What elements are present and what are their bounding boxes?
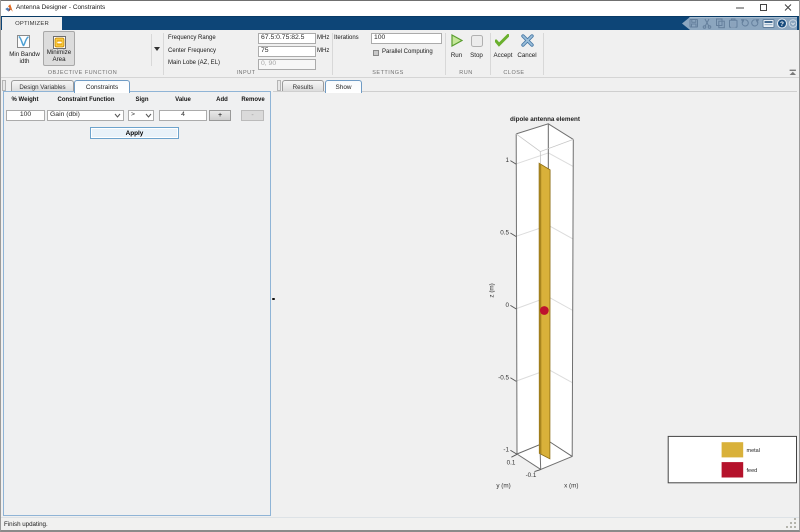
svg-text:feed: feed [747, 468, 758, 474]
svg-text:0: 0 [505, 302, 509, 309]
svg-text:metal: metal [747, 448, 760, 454]
svg-text:x (m): x (m) [564, 483, 578, 490]
svg-text:dipole antenna element: dipole antenna element [510, 116, 581, 123]
svg-text:z (m): z (m) [489, 283, 496, 297]
svg-text:-0.5: -0.5 [498, 374, 509, 381]
svg-text:-1: -1 [503, 447, 509, 454]
svg-text:-0.1: -0.1 [526, 472, 537, 479]
svg-text:0.5: 0.5 [500, 230, 509, 237]
svg-text:0.1: 0.1 [507, 460, 516, 467]
svg-text:1: 1 [505, 157, 509, 164]
svg-text:y (m): y (m) [496, 483, 510, 490]
